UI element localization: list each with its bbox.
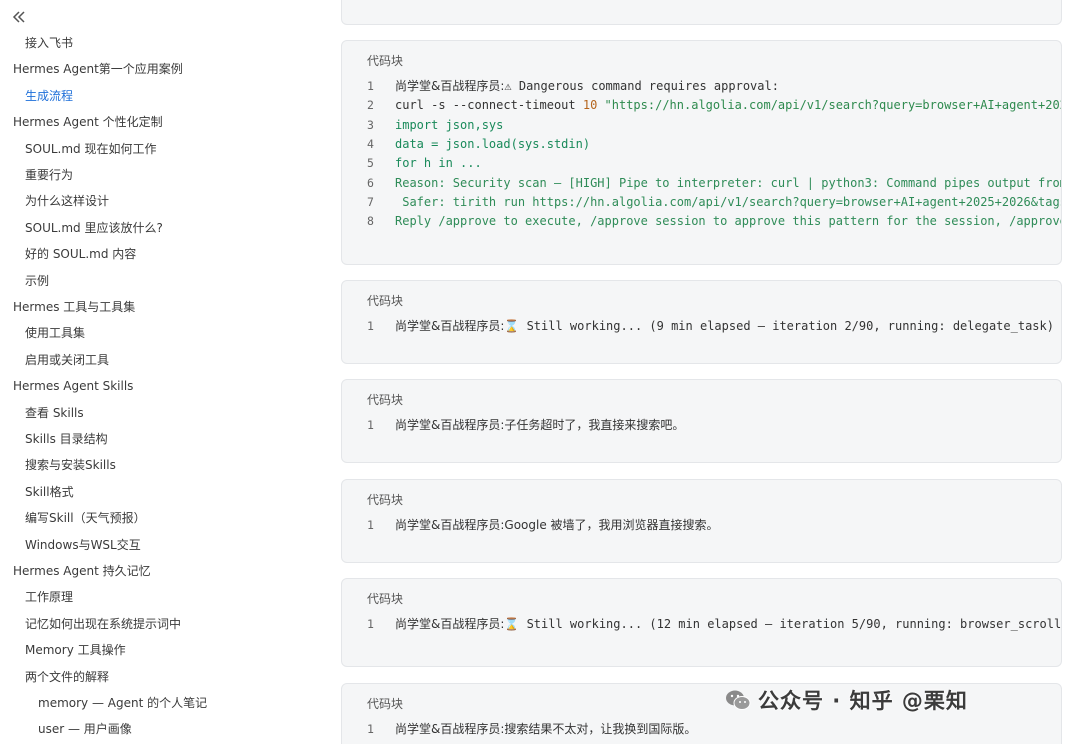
code-line: 1 尚学堂&百战程序员:⌛ Still working... (9 min ela…	[342, 317, 1054, 336]
sidebar-item[interactable]: 示例	[25, 273, 49, 289]
code-block: 代码块 1 尚学堂&百战程序员:Google 被墙了，我用浏览器直接搜索。	[341, 479, 1062, 563]
sidebar-item[interactable]: Hermes Agent Skills	[13, 378, 133, 394]
code-line: 8 Reply /approve to execute, /approve ses…	[342, 212, 1062, 231]
code-block-title: 代码块	[367, 393, 404, 407]
code-block-title: 代码块	[367, 697, 404, 711]
line-number: 3	[367, 117, 374, 132]
code-token: curl -s --connect-timeout	[395, 98, 583, 113]
code-line: 3 import json,sys	[342, 116, 503, 135]
sidebar-item[interactable]: 启用或关闭工具	[25, 352, 109, 368]
line-number: 1	[367, 722, 374, 736]
sidebar-item[interactable]: Hermes Agent 持久记忆	[13, 563, 151, 579]
code-token: Still working... (9 min elapsed — iterat…	[526, 319, 1054, 333]
code-line: 1 尚学堂&百战程序员:子任务超时了，我直接来搜索吧。	[342, 416, 684, 435]
code-token: 尚学堂&百战程序员:	[395, 319, 505, 333]
line-number: 6	[367, 175, 374, 190]
sidebar-item[interactable]: 好的 SOUL.md 内容	[25, 246, 136, 262]
code-line: 1 尚学堂&百战程序员:⚠ Dangerous command requires …	[342, 77, 779, 96]
sidebar-item[interactable]: 工作原理	[25, 589, 73, 605]
collapse-sidebar-icon[interactable]	[10, 8, 28, 26]
code-token: 尚学堂&百战程序员:Google 被墙了，我用浏览器直接搜索。	[395, 518, 719, 532]
line-number: 1	[367, 617, 374, 631]
sidebar-item[interactable]: memory — Agent 的个人笔记	[38, 695, 207, 711]
line-number: 4	[367, 136, 374, 151]
code-token: Still working... (12 min elapsed — itera…	[526, 617, 1062, 631]
code-block-partial	[341, 0, 1062, 25]
sidebar-item[interactable]: Hermes 工具与工具集	[13, 299, 135, 315]
sidebar-item[interactable]: 使用工具集	[25, 325, 85, 341]
code-token: 尚学堂&百战程序员:子任务超时了，我直接来搜索吧。	[395, 418, 685, 432]
code-token: json,sys	[438, 117, 504, 132]
code-token: Reason: Security scan — [HIGH] Pipe to i…	[395, 175, 1062, 190]
main-content: 代码块 1 尚学堂&百战程序员:⚠ Dangerous command requi…	[300, 0, 1080, 744]
code-line: 1 尚学堂&百战程序员:⌛ Still working... (12 min el…	[342, 615, 1062, 634]
line-number: 1	[367, 418, 374, 432]
sidebar-item[interactable]: Skill格式	[25, 484, 74, 500]
code-token: for h in ...	[395, 156, 482, 171]
sidebar-item[interactable]: SOUL.md 里应该放什么?	[25, 220, 163, 236]
code-token: Reply /approve to execute, /approve sess…	[395, 214, 1062, 229]
code-token: import	[395, 117, 439, 132]
code-line: 5 for h in ...	[342, 154, 482, 173]
line-number: 1	[367, 518, 374, 532]
watermark-brand: 公众号 · 知乎 @栗知	[724, 684, 968, 716]
line-number: 2	[367, 98, 374, 113]
watermark-brand-text: 公众号 · 知乎 @栗知	[758, 689, 968, 713]
code-line: 6 Reason: Security scan — [HIGH] Pipe to …	[342, 174, 1062, 193]
sidebar-item[interactable]: 搜索与安装Skills	[25, 457, 116, 473]
sidebar-item[interactable]: Memory 工具操作	[25, 642, 126, 658]
sidebar-toc: 接入飞书 Hermes Agent第一个应用案例生成流程 Hermes Agent …	[0, 0, 300, 744]
sidebar-item[interactable]: Hermes Agent 个性化定制	[13, 114, 163, 130]
code-token: 尚学堂&百战程序员:	[395, 617, 505, 631]
sidebar-item[interactable]: 接入飞书	[25, 35, 73, 51]
code-token: Safer: tirith run https://hn.algolia.com…	[395, 194, 1062, 209]
sidebar-item[interactable]: 两个文件的解释	[25, 669, 109, 685]
sidebar-item[interactable]: 为什么这样设计	[25, 193, 109, 209]
sidebar-item[interactable]: Windows与WSL交互	[25, 537, 141, 553]
sidebar-item[interactable]: 查看 Skills	[25, 405, 84, 421]
code-line: 1 尚学堂&百战程序员:搜索结果不太对，让我换到国际版。	[342, 720, 696, 739]
sidebar-item[interactable]: SOUL.md 现在如何工作	[25, 141, 156, 157]
code-block: 代码块 1 尚学堂&百战程序员:⌛ Still working... (9 min…	[341, 280, 1062, 364]
sidebar-item[interactable]: 重要行为	[25, 167, 73, 183]
code-line: 2 curl -s --connect-timeout 10 "https://h…	[342, 96, 1062, 115]
code-token: Dangerous command requires approval:	[518, 79, 779, 93]
code-block: 代码块 1 尚学堂&百战程序员:⌛ Still working... (12 mi…	[341, 578, 1062, 667]
sidebar-item[interactable]: Hermes Agent第一个应用案例	[13, 61, 183, 77]
code-token: data = json.load(sys.stdin)	[395, 136, 591, 151]
code-token: ⚠	[504, 79, 519, 93]
code-block-title: 代码块	[367, 493, 404, 507]
line-number: 7	[367, 194, 374, 209]
code-token: 10	[582, 98, 598, 113]
wechat-icon	[726, 690, 751, 710]
line-number: 1	[367, 319, 374, 333]
code-token: ⌛	[504, 319, 527, 333]
line-number: 5	[367, 156, 374, 171]
code-block: 代码块 1 尚学堂&百战程序员:子任务超时了，我直接来搜索吧。	[341, 379, 1062, 463]
sidebar-item[interactable]: user — 用户画像	[38, 721, 132, 737]
code-line: 7 Safer: tirith run https://hn.algolia.c…	[342, 193, 1062, 212]
code-block-title: 代码块	[367, 592, 404, 606]
code-line: 4 data = json.load(sys.stdin)	[342, 135, 590, 154]
line-number: 1	[367, 79, 374, 93]
code-token: 尚学堂&百战程序员:搜索结果不太对，让我换到国际版。	[395, 722, 697, 736]
code-block-title: 代码块	[367, 54, 404, 68]
code-token: ⌛	[504, 617, 527, 631]
code-token: "https://hn.algolia.com/api/v1/search?qu…	[597, 98, 1062, 113]
sidebar-item[interactable]: Skills 目录结构	[25, 431, 108, 447]
code-block-title: 代码块	[367, 294, 404, 308]
code-block: 代码块 1 尚学堂&百战程序员:⚠ Dangerous command requi…	[341, 40, 1062, 265]
sidebar-item[interactable]: 记忆如何出现在系统提示词中	[25, 616, 181, 632]
sidebar-item[interactable]: 编写Skill（天气预报）	[25, 510, 146, 526]
code-line: 1 尚学堂&百战程序员:Google 被墙了，我用浏览器直接搜索。	[342, 516, 719, 535]
sidebar-item[interactable]: 生成流程	[25, 88, 73, 104]
line-number: 8	[367, 214, 374, 229]
code-token: 尚学堂&百战程序员:	[395, 79, 505, 93]
